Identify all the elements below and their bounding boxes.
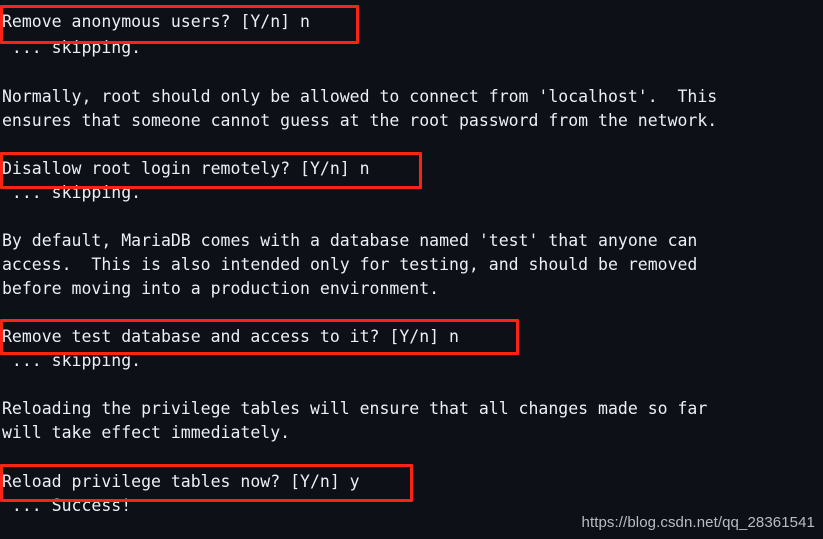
terminal-window[interactable]: Remove anonymous users? [Y/n] n ... skip… (0, 0, 823, 539)
terminal-line: ... skipping. (2, 38, 142, 57)
terminal-line: ensures that someone cannot guess at the… (2, 111, 718, 130)
terminal-line: Reloading the privilege tables will ensu… (2, 399, 708, 418)
terminal-line: ... skipping. (2, 183, 142, 202)
terminal-line: before moving into a production environm… (2, 279, 440, 298)
terminal-line: ... skipping. (2, 351, 142, 370)
terminal-line: Remove test database and access to it? [… (2, 327, 459, 346)
terminal-line: Reload privilege tables now? [Y/n] y (2, 472, 360, 491)
terminal-line: Normally, root should only be allowed to… (2, 87, 718, 106)
watermark-url: https://blog.csdn.net/qq_28361541 (581, 514, 815, 531)
terminal-line: will take effect immediately. (2, 423, 291, 442)
terminal-line: Remove anonymous users? [Y/n] n (2, 12, 310, 31)
terminal-line: access. This is also intended only for t… (2, 255, 698, 274)
terminal-line: Disallow root login remotely? [Y/n] n (2, 159, 370, 178)
terminal-line: By default, MariaDB comes with a databas… (2, 231, 698, 250)
terminal-line: ... Success! (2, 496, 132, 515)
